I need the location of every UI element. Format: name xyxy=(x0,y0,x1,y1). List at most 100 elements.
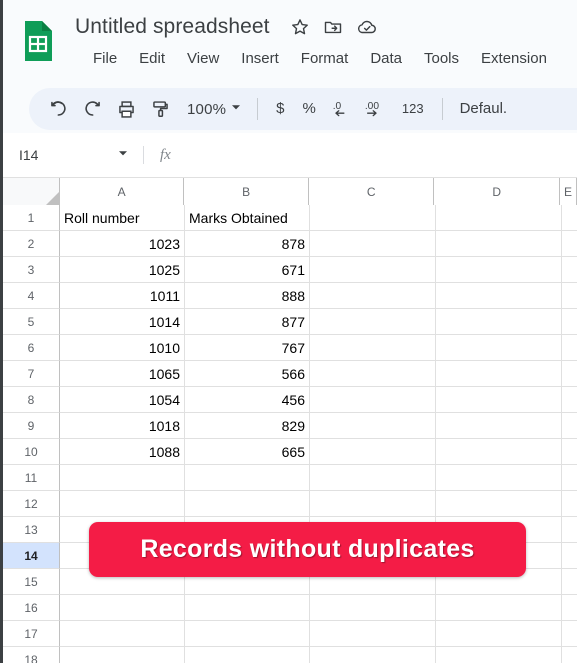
cell-A18[interactable] xyxy=(60,647,185,663)
format-currency-button[interactable]: $ xyxy=(267,94,293,124)
cell-C17[interactable] xyxy=(310,621,436,647)
menu-edit[interactable]: Edit xyxy=(128,45,176,73)
move-to-folder-icon[interactable] xyxy=(323,17,343,37)
column-header-c[interactable]: C xyxy=(308,178,435,205)
row-header-18[interactable]: 18 xyxy=(3,647,60,663)
cell-A3[interactable]: 1025 xyxy=(60,257,185,283)
cell-E3[interactable] xyxy=(562,257,577,283)
cell-C1[interactable] xyxy=(310,205,436,231)
more-formats-button[interactable]: 123 xyxy=(393,94,433,124)
cell-B9[interactable]: 829 xyxy=(185,413,310,439)
cell-A7[interactable]: 1065 xyxy=(60,361,185,387)
row-header-1[interactable]: 1 xyxy=(3,205,60,231)
cell-B6[interactable]: 767 xyxy=(185,335,310,361)
cell-B2[interactable]: 878 xyxy=(185,231,310,257)
cell-E9[interactable] xyxy=(562,413,577,439)
menu-tools[interactable]: Tools xyxy=(413,45,470,73)
formula-input[interactable] xyxy=(187,133,577,178)
print-icon[interactable] xyxy=(109,92,143,126)
cell-D18[interactable] xyxy=(436,647,562,663)
cell-A2[interactable]: 1023 xyxy=(60,231,185,257)
cell-A5[interactable]: 1014 xyxy=(60,309,185,335)
row-header-8[interactable]: 8 xyxy=(3,387,60,413)
menu-data[interactable]: Data xyxy=(359,45,413,73)
menu-file[interactable]: File xyxy=(83,45,128,73)
cloud-saved-icon[interactable] xyxy=(356,17,376,37)
cell-D2[interactable] xyxy=(436,231,562,257)
format-percent-button[interactable]: % xyxy=(294,94,325,124)
row-header-13[interactable]: 13 xyxy=(3,517,60,543)
row-header-11[interactable]: 11 xyxy=(3,465,60,491)
cell-D5[interactable] xyxy=(436,309,562,335)
paint-format-icon[interactable] xyxy=(143,92,177,126)
cell-B5[interactable]: 877 xyxy=(185,309,310,335)
cell-D17[interactable] xyxy=(436,621,562,647)
cell-E17[interactable] xyxy=(562,621,577,647)
row-header-5[interactable]: 5 xyxy=(3,309,60,335)
cell-D9[interactable] xyxy=(436,413,562,439)
cell-A1[interactable]: Roll number xyxy=(60,205,185,231)
cell-E10[interactable] xyxy=(562,439,577,465)
cell-A11[interactable] xyxy=(60,465,185,491)
cell-D4[interactable] xyxy=(436,283,562,309)
cell-D12[interactable] xyxy=(436,491,562,517)
cell-B3[interactable]: 671 xyxy=(185,257,310,283)
cell-C12[interactable] xyxy=(310,491,436,517)
menu-insert[interactable]: Insert xyxy=(230,45,290,73)
cell-E8[interactable] xyxy=(562,387,577,413)
redo-icon[interactable] xyxy=(75,92,109,126)
cell-C11[interactable] xyxy=(310,465,436,491)
cell-E2[interactable] xyxy=(562,231,577,257)
row-header-9[interactable]: 9 xyxy=(3,413,60,439)
cell-B18[interactable] xyxy=(185,647,310,663)
cell-A16[interactable] xyxy=(60,595,185,621)
cell-B4[interactable]: 888 xyxy=(185,283,310,309)
cell-B8[interactable]: 456 xyxy=(185,387,310,413)
column-header-a[interactable]: A xyxy=(59,178,185,205)
cell-E16[interactable] xyxy=(562,595,577,621)
row-header-7[interactable]: 7 xyxy=(3,361,60,387)
cell-B12[interactable] xyxy=(185,491,310,517)
column-header-b[interactable]: B xyxy=(184,178,309,205)
increase-decimal-button[interactable]: .00 xyxy=(359,92,393,126)
cell-C18[interactable] xyxy=(310,647,436,663)
cell-E14[interactable] xyxy=(562,543,577,569)
select-all-corner[interactable] xyxy=(3,178,60,205)
menu-format[interactable]: Format xyxy=(290,45,360,73)
row-header-17[interactable]: 17 xyxy=(3,621,60,647)
row-header-14[interactable]: 14 xyxy=(3,543,60,569)
row-header-16[interactable]: 16 xyxy=(3,595,60,621)
cell-E6[interactable] xyxy=(562,335,577,361)
cell-C3[interactable] xyxy=(310,257,436,283)
cell-D1[interactable] xyxy=(436,205,562,231)
cell-B17[interactable] xyxy=(185,621,310,647)
cell-E7[interactable] xyxy=(562,361,577,387)
page-title[interactable]: Untitled spreadsheet xyxy=(75,12,270,42)
cell-B1[interactable]: Marks Obtained xyxy=(185,205,310,231)
cell-E12[interactable] xyxy=(562,491,577,517)
column-header-d[interactable]: D xyxy=(434,178,561,205)
cell-D10[interactable] xyxy=(436,439,562,465)
cell-D11[interactable] xyxy=(436,465,562,491)
star-icon[interactable] xyxy=(290,17,310,37)
cell-D7[interactable] xyxy=(436,361,562,387)
cell-C2[interactable] xyxy=(310,231,436,257)
column-header-e[interactable]: E xyxy=(560,178,577,205)
cell-D3[interactable] xyxy=(436,257,562,283)
cell-C10[interactable] xyxy=(310,439,436,465)
cell-B16[interactable] xyxy=(185,595,310,621)
cell-E4[interactable] xyxy=(562,283,577,309)
cell-C4[interactable] xyxy=(310,283,436,309)
cell-C9[interactable] xyxy=(310,413,436,439)
font-family-dropdown[interactable]: Defaul. xyxy=(452,94,516,124)
cell-E5[interactable] xyxy=(562,309,577,335)
cell-D6[interactable] xyxy=(436,335,562,361)
cell-C16[interactable] xyxy=(310,595,436,621)
row-header-2[interactable]: 2 xyxy=(3,231,60,257)
row-header-6[interactable]: 6 xyxy=(3,335,60,361)
name-box[interactable]: I14 xyxy=(3,133,143,178)
row-header-4[interactable]: 4 xyxy=(3,283,60,309)
fx-icon[interactable]: fx xyxy=(144,147,187,164)
cell-A8[interactable]: 1054 xyxy=(60,387,185,413)
cell-A9[interactable]: 1018 xyxy=(60,413,185,439)
